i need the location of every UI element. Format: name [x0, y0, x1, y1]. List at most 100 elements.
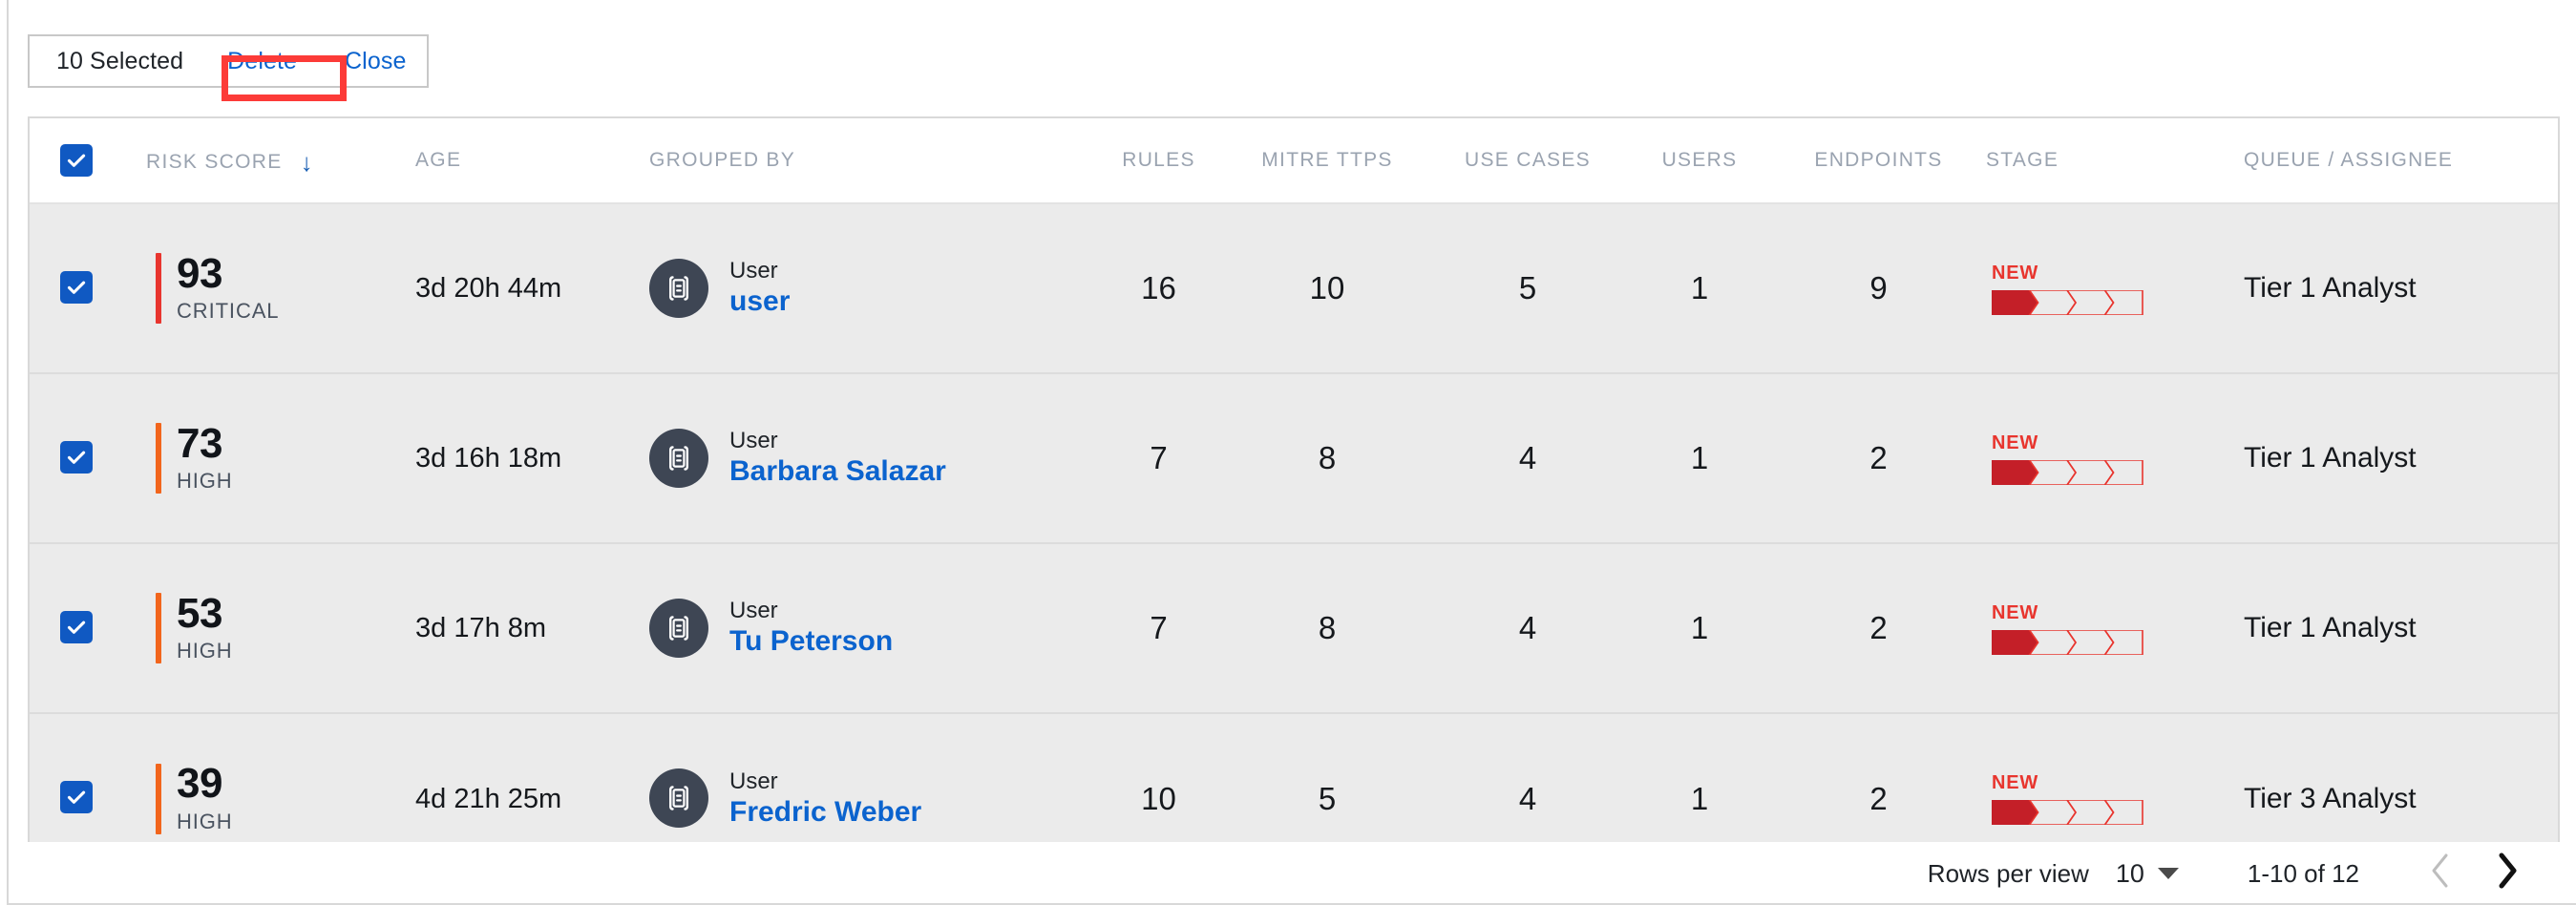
entity-type-label: User	[729, 768, 778, 794]
endpoints-count: 2	[1771, 542, 1986, 713]
queue-assignee-cell: Tier 1 Analyst	[2244, 542, 2558, 713]
row-select-cell	[30, 372, 146, 543]
severity-indicator-bar	[156, 253, 161, 324]
col-header-stage[interactable]: STAGE	[1986, 118, 2244, 204]
previous-page-button[interactable]	[2428, 852, 2453, 896]
use-cases-count: 4	[1427, 712, 1628, 859]
age-value: 3d 17h 8m	[415, 613, 547, 643]
table-row[interactable]: 93 CRITICAL 3d 20h 44m User user 16 10 5 1 9 NEW Ti…	[30, 203, 2558, 373]
queue-assignee-cell: Tier 1 Analyst	[2244, 372, 2558, 543]
pagination-nav	[2428, 852, 2520, 896]
row-select-cell	[30, 712, 146, 859]
entity-name-link[interactable]: Tu Peterson	[729, 624, 893, 658]
age-cell: 3d 20h 44m	[415, 203, 649, 373]
row-select-cell	[30, 542, 146, 713]
age-value: 3d 20h 44m	[415, 273, 562, 304]
risk-score-cell: 39 HIGH	[146, 712, 415, 859]
col-header-risk-score-label: RISK SCORE	[146, 151, 283, 173]
table-header: RISK SCORE ↓ AGE GROUPED BY RULES MITRE …	[30, 118, 2558, 204]
risk-score-value: 93	[177, 249, 222, 297]
stage-label: NEW	[1992, 431, 2039, 453]
delete-button[interactable]: Delete	[201, 36, 324, 86]
mitre-ttps-count: 8	[1227, 372, 1427, 543]
mitre-ttps-count: 8	[1227, 542, 1427, 713]
alerts-table: RISK SCORE ↓ AGE GROUPED BY RULES MITRE …	[30, 118, 2558, 859]
close-button[interactable]: Close	[324, 36, 427, 86]
risk-score-value: 39	[177, 760, 222, 808]
table-row[interactable]: 39 HIGH 4d 21h 25m User Fredric Weber 10 5 4 1 2 N…	[30, 712, 2558, 859]
queue-assignee-cell: Tier 3 Analyst	[2244, 712, 2558, 859]
table-row[interactable]: 73 HIGH 3d 16h 18m User Barbara Salazar 7 8 4 1 2…	[30, 372, 2558, 543]
stage-cell: NEW	[1986, 712, 2244, 859]
severity-indicator-bar	[156, 423, 161, 494]
mitre-ttps-count: 5	[1227, 712, 1427, 859]
col-header-queue-assignee[interactable]: QUEUE / ASSIGNEE	[2244, 118, 2558, 204]
stage-cell: NEW	[1986, 203, 2244, 373]
entity-name-link[interactable]: user	[729, 284, 790, 318]
col-header-risk-score[interactable]: RISK SCORE ↓	[146, 118, 415, 204]
stage-cell: NEW	[1986, 372, 2244, 543]
table-row[interactable]: 53 HIGH 3d 17h 8m User Tu Peterson 7 8 4 1 2 NEW Ti…	[30, 542, 2558, 713]
endpoints-count: 9	[1869, 270, 1888, 305]
age-cell: 3d 17h 8m	[415, 542, 649, 713]
risk-level-label: HIGH	[177, 469, 233, 494]
rows-per-view-value: 10	[2115, 858, 2144, 888]
header-row: RISK SCORE ↓ AGE GROUPED BY RULES MITRE …	[30, 118, 2558, 204]
age-value: 3d 16h 18m	[415, 443, 562, 474]
sort-descending-arrow-icon: ↓	[300, 148, 314, 177]
pagination-bar: Rows per view 10 1-10 of 12	[28, 842, 2560, 905]
select-all-checkbox[interactable]	[60, 143, 93, 177]
rules-count: 7	[1090, 542, 1227, 713]
rows-per-view-select[interactable]: 10	[2116, 859, 2179, 889]
risk-level-label: HIGH	[177, 639, 233, 663]
endpoints-count: 2	[1771, 372, 1986, 543]
entity-name-link[interactable]: Barbara Salazar	[729, 454, 946, 488]
row-select-checkbox[interactable]	[60, 781, 93, 813]
stage-label: NEW	[1992, 262, 2039, 284]
page-left-edge	[0, 0, 9, 905]
entity-type-label: User	[729, 258, 778, 284]
queue-assignee-cell: Tier 1 Analyst	[2244, 203, 2558, 373]
age-cell: 4d 21h 25m	[415, 712, 649, 859]
entity-type-label: User	[729, 428, 778, 454]
severity-indicator-bar	[156, 593, 161, 663]
pagination-range-label: 1-10 of 12	[2247, 858, 2359, 888]
alerts-table-card: RISK SCORE ↓ AGE GROUPED BY RULES MITRE …	[28, 116, 2560, 861]
endpoints-count: 2	[1771, 712, 1986, 859]
bulk-action-toolbar: 10 Selected Delete Close	[28, 34, 430, 101]
use-cases-count: 5	[1518, 270, 1537, 305]
entity-document-icon	[649, 428, 708, 488]
col-header-grouped-by[interactable]: GROUPED BY	[649, 118, 1090, 204]
risk-score-cell: 73 HIGH	[146, 372, 415, 543]
risk-score-cell: 93 CRITICAL	[146, 203, 415, 373]
row-select-checkbox[interactable]	[60, 440, 93, 474]
chevron-down-icon	[2157, 868, 2179, 879]
row-select-checkbox[interactable]	[60, 610, 93, 643]
next-page-button[interactable]	[2495, 852, 2520, 896]
age-value: 4d 21h 25m	[415, 783, 562, 814]
row-select-checkbox[interactable]	[60, 270, 93, 304]
col-header-age[interactable]: AGE	[415, 118, 649, 204]
risk-score-value: 73	[177, 419, 222, 467]
col-header-rules[interactable]: RULES	[1090, 118, 1227, 204]
queue-assignee-value: Tier 3 Analyst	[2244, 782, 2417, 814]
grouped-by-cell: User user	[649, 203, 1090, 373]
users-count: 1	[1628, 372, 1771, 543]
grouped-by-cell: User Barbara Salazar	[649, 372, 1090, 543]
col-header-users[interactable]: USERS	[1628, 118, 1771, 204]
rules-count: 16	[1141, 270, 1176, 305]
row-select-cell	[30, 203, 146, 373]
entity-type-label: User	[729, 598, 778, 624]
rows-per-view-label: Rows per view	[1927, 858, 2089, 888]
queue-assignee-value: Tier 1 Analyst	[2244, 272, 2417, 304]
col-header-mitre-ttps[interactable]: MITRE TTPS	[1227, 118, 1427, 204]
entity-document-icon	[649, 598, 708, 658]
selected-count-label: 10 Selected	[56, 47, 184, 74]
select-all-header	[30, 118, 146, 204]
grouped-by-cell: User Fredric Weber	[649, 712, 1090, 859]
rules-count: 10	[1090, 712, 1227, 859]
col-header-use-cases[interactable]: USE CASES	[1427, 118, 1628, 204]
col-header-endpoints[interactable]: ENDPOINTS	[1771, 118, 1986, 204]
risk-level-label: CRITICAL	[177, 299, 280, 324]
entity-name-link[interactable]: Fredric Weber	[729, 795, 921, 829]
